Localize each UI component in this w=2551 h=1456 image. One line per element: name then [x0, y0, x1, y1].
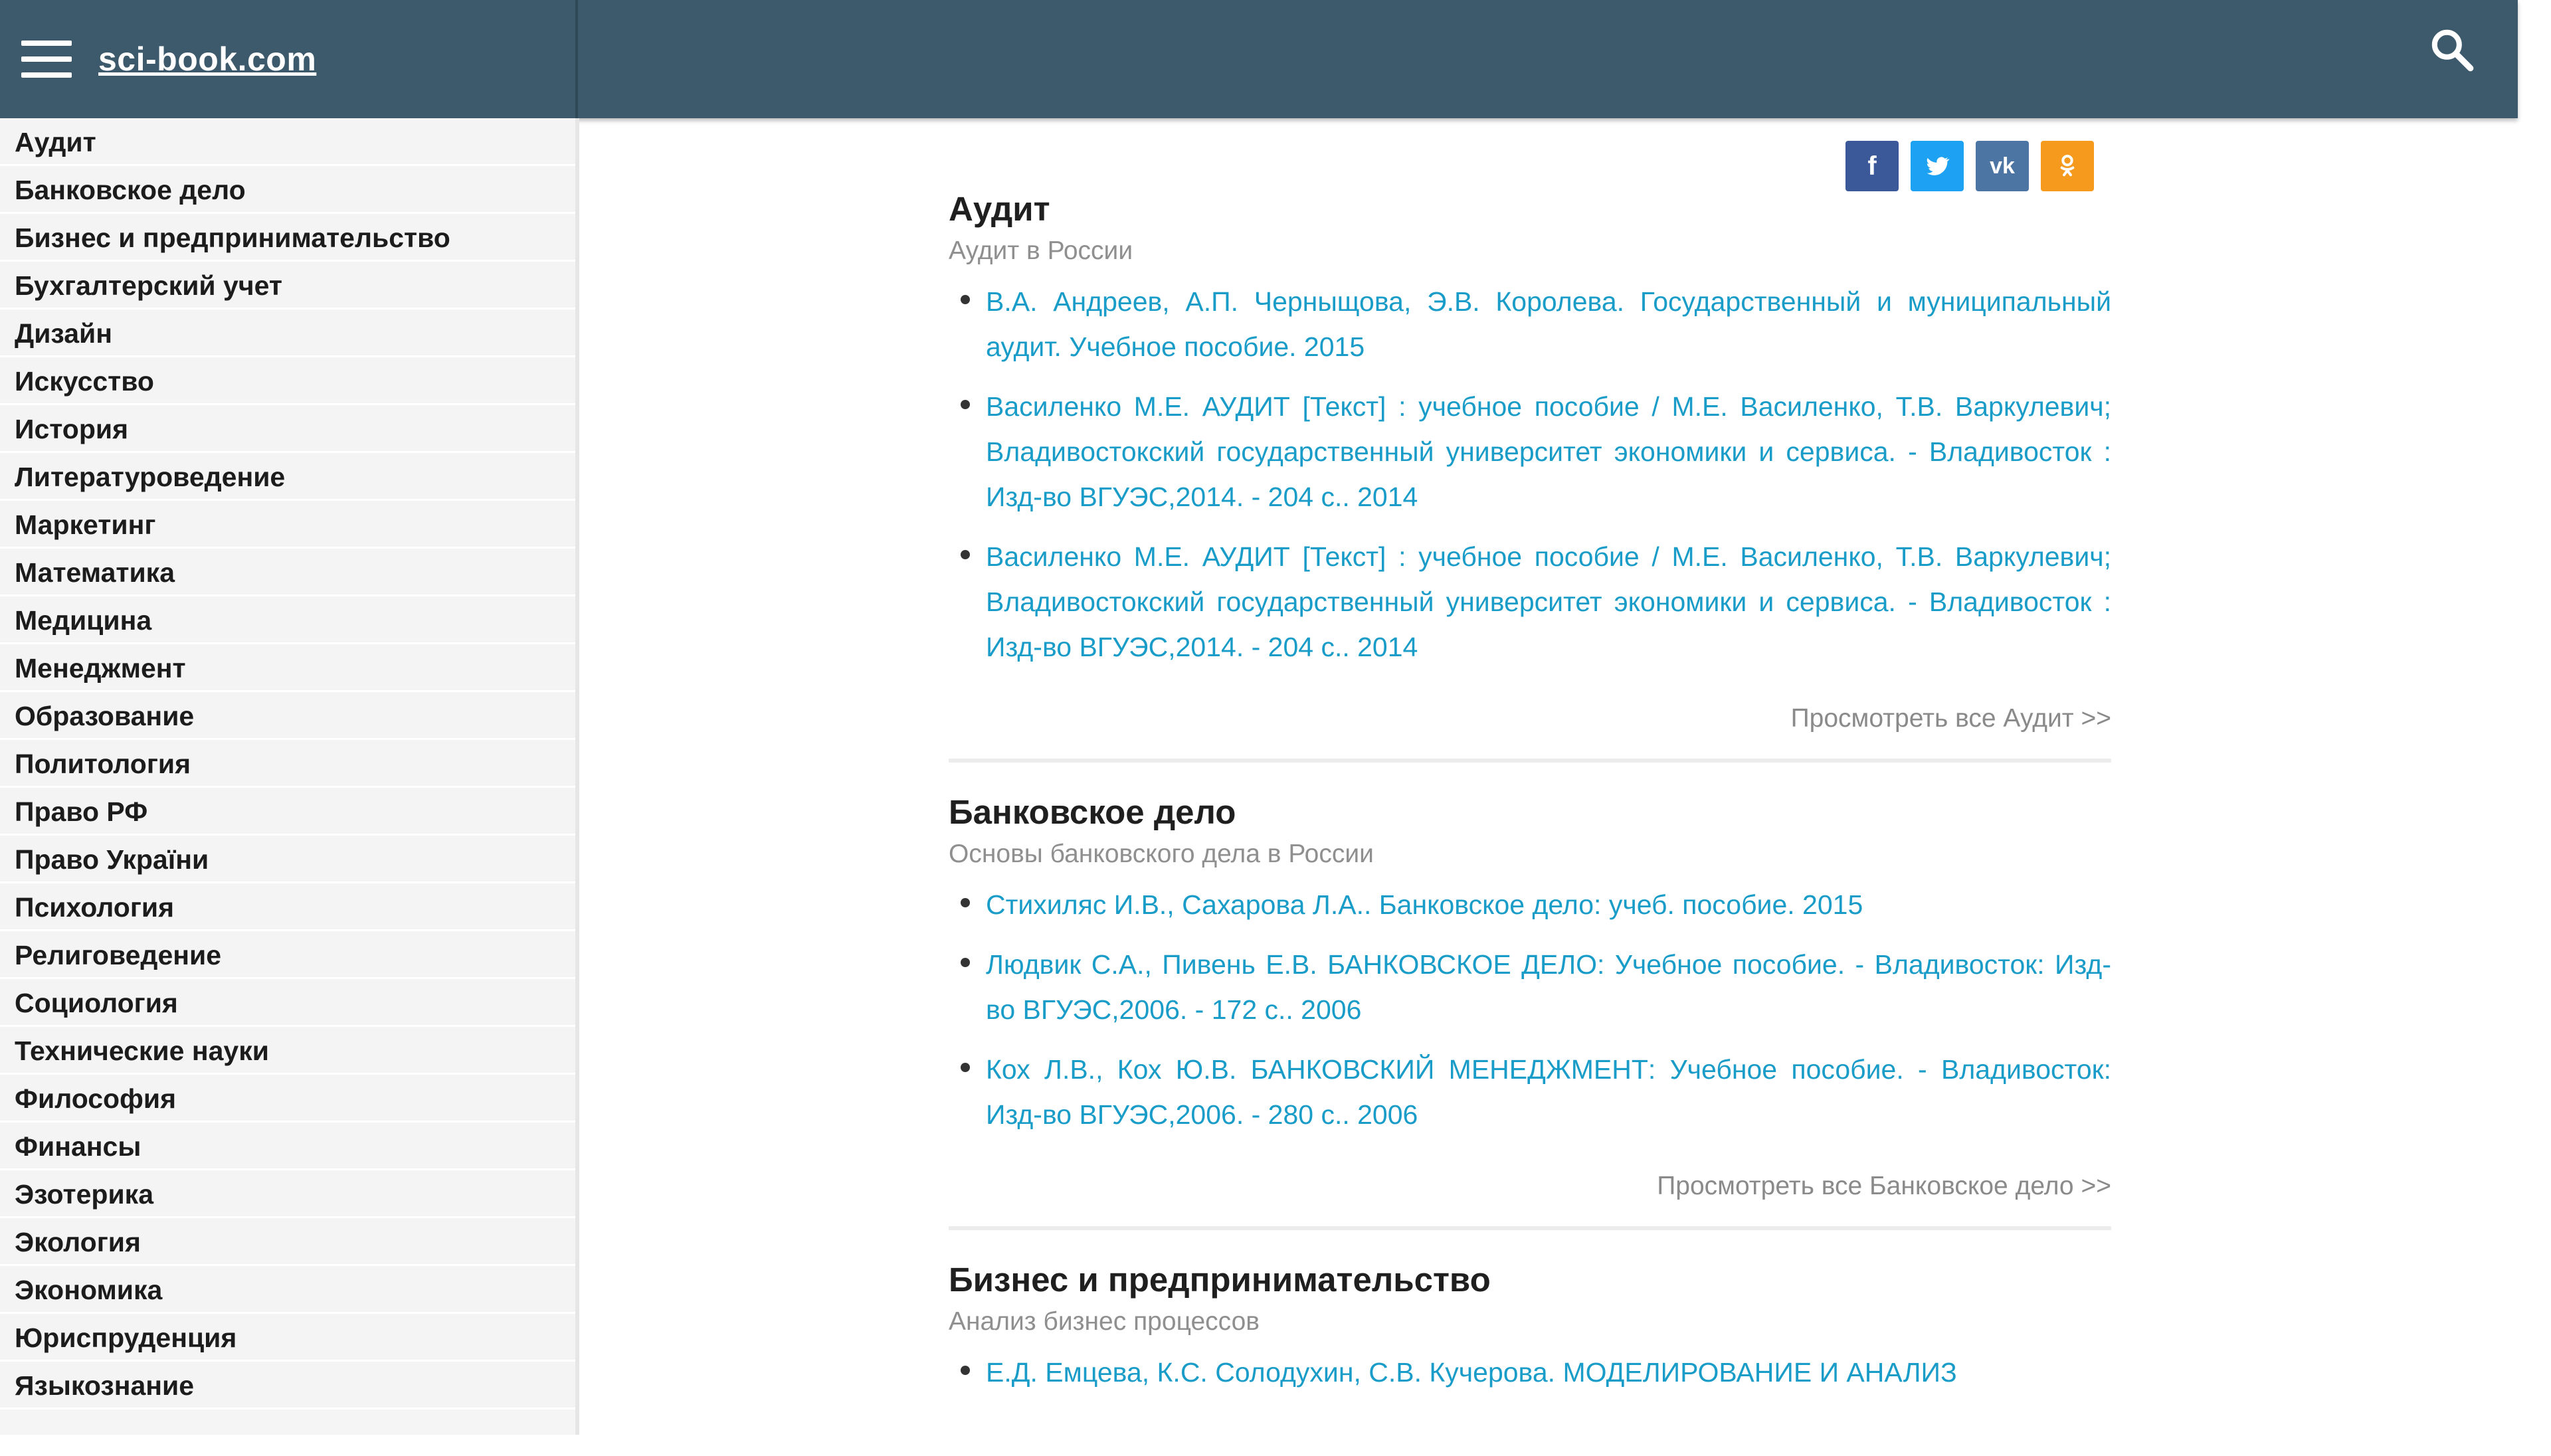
book-list-item: Василенко М.Е. АУДИТ [Текст] : учебное п… — [949, 534, 2111, 670]
book-list: Е.Д. Емцева, К.С. Солодухин, С.В. Кучеро… — [949, 1350, 2111, 1395]
book-link[interactable]: Василенко М.Е. АУДИТ [Текст] : учебное п… — [986, 391, 2111, 512]
section-title: Бизнес и предпринимательство — [949, 1261, 1491, 1299]
sidebar-category-item[interactable]: Аудит — [0, 118, 575, 166]
twitter-icon — [1927, 157, 1950, 175]
category-list: Аудит Банковское дело Бизнес и предпринима… — [0, 118, 575, 1410]
view-all-link[interactable]: Просмотреть все Банковское дело >> — [949, 1166, 2111, 1206]
book-link[interactable]: Людвик С.А., Пивень Е.В. БАНКОВСКОЕ ДЕЛО… — [986, 949, 2111, 1025]
site-logo-link[interactable]: sci-book.com — [98, 40, 316, 78]
book-link[interactable]: Е.Д. Емцева, К.С. Солодухин, С.В. Кучеро… — [986, 1357, 1957, 1388]
sidebar-category-item[interactable]: Религоведение — [0, 931, 575, 979]
category-section: Банковское дело Основы банковского дела в… — [949, 789, 2111, 1230]
bullet-icon — [961, 1063, 970, 1072]
sidebar-category-item[interactable]: Право України — [0, 836, 575, 883]
sidebar-category-item[interactable]: Банковское дело — [0, 166, 575, 214]
book-link[interactable]: В.А. Андреев, А.П. Черныщова, Э.В. Корол… — [986, 286, 2111, 362]
book-link[interactable]: Стихиляс И.В., Сахарова Л.А.. Банковское… — [986, 889, 1863, 920]
section-subtitle: Аудит в России — [949, 236, 1133, 265]
bullet-icon — [961, 400, 970, 409]
category-sidebar: Аудит Банковское дело Бизнес и предпринима… — [0, 118, 579, 1435]
bullet-icon — [961, 1366, 970, 1375]
book-list-item: Василенко М.Е. АУДИТ [Текст] : учебное п… — [949, 384, 2111, 519]
sidebar-category-item[interactable]: Политология — [0, 740, 575, 788]
sidebar-category-item[interactable]: История — [0, 405, 575, 453]
book-list-item: Кох Л.В., Кох Ю.В. БАНКОВСКИЙ МЕНЕДЖМЕНТ… — [949, 1047, 2111, 1137]
section-title: Аудит — [949, 190, 1050, 228]
bullet-icon — [961, 295, 970, 304]
section-subtitle: Основы банковского дела в России — [949, 840, 1374, 868]
category-section: Аудит Аудит в России В.А. Андреев, А.П. Че… — [949, 186, 2111, 763]
facebook-icon: f — [1867, 151, 1877, 181]
sidebar-category-item[interactable]: Право РФ — [0, 788, 575, 836]
search-icon[interactable] — [2427, 25, 2477, 74]
book-link[interactable]: Василенко М.Е. АУДИТ [Текст] : учебное п… — [986, 541, 2111, 662]
sidebar-category-item[interactable]: Образование — [0, 692, 575, 740]
sidebar-category-item[interactable]: Дизайн — [0, 310, 575, 357]
sidebar-category-item[interactable]: Математика — [0, 549, 575, 596]
twitter-share-button[interactable]: t — [1911, 141, 1964, 191]
bullet-icon — [961, 550, 970, 559]
sidebar-category-item[interactable]: Эзотерика — [0, 1170, 575, 1218]
sidebar-category-item[interactable]: Литературоведение — [0, 453, 575, 501]
sidebar-category-item[interactable]: Маркетинг — [0, 501, 575, 549]
share-buttons: f t vk ok — [1845, 141, 2094, 191]
sidebar-category-item[interactable]: Медицина — [0, 596, 575, 644]
sidebar-category-item[interactable]: Технические науки — [0, 1027, 575, 1075]
view-all-link[interactable]: Просмотреть все Аудит >> — [949, 699, 2111, 739]
main-content: Аудит Аудит в России В.А. Андреев, А.П. Че… — [949, 186, 2111, 1456]
facebook-share-button[interactable]: f — [1845, 141, 1899, 191]
vk-icon: vk — [1990, 153, 2015, 179]
sidebar-category-item[interactable]: Экономика — [0, 1266, 575, 1314]
book-list-item: Е.Д. Емцева, К.С. Солодухин, С.В. Кучеро… — [949, 1350, 2111, 1395]
sidebar-category-item[interactable]: Психология — [0, 883, 575, 931]
sidebar-category-item[interactable]: Философия — [0, 1075, 575, 1123]
sidebar-category-item[interactable]: Языкознание — [0, 1362, 575, 1410]
category-section: Бизнес и предпринимательство Анализ бизне… — [949, 1257, 2111, 1429]
book-list-item: Стихиляс И.В., Сахарова Л.А.. Банковское… — [949, 882, 2111, 927]
book-list-item: Людвик С.А., Пивень Е.В. БАНКОВСКОЕ ДЕЛО… — [949, 942, 2111, 1032]
odnoklassniki-share-button[interactable]: ok — [2041, 141, 2094, 191]
top-bar: sci-book.com — [0, 0, 2518, 118]
book-list: Стихиляс И.В., Сахарова Л.А.. Банковское… — [949, 882, 2111, 1137]
sidebar-category-item[interactable]: Социология — [0, 979, 575, 1027]
sidebar-category-item[interactable]: Экология — [0, 1218, 575, 1266]
book-list-item: В.А. Андреев, А.П. Черныщова, Э.В. Корол… — [949, 279, 2111, 369]
menu-icon[interactable] — [21, 41, 72, 78]
sidebar-category-item[interactable]: Искусство — [0, 357, 575, 405]
vk-share-button[interactable]: vk — [1976, 141, 2029, 191]
bullet-icon — [961, 958, 970, 967]
book-list: В.А. Андреев, А.П. Черныщова, Э.В. Корол… — [949, 279, 2111, 670]
bullet-icon — [961, 898, 970, 907]
sidebar-category-item[interactable]: Финансы — [0, 1123, 575, 1170]
section-title: Банковское дело — [949, 793, 1236, 831]
sidebar-category-item[interactable]: Бизнес и предпринимательство — [0, 214, 575, 262]
top-bar-brand: sci-book.com — [0, 0, 578, 118]
sidebar-category-item[interactable]: Бухгалтерский учет — [0, 262, 575, 310]
section-subtitle: Анализ бизнес процессов — [949, 1307, 1260, 1336]
book-link[interactable]: Кох Л.В., Кох Ю.В. БАНКОВСКИЙ МЕНЕДЖМЕНТ… — [986, 1054, 2111, 1130]
odnoklassniki-icon — [2060, 155, 2075, 177]
sidebar-category-item[interactable]: Менеджмент — [0, 644, 575, 692]
sidebar-category-item[interactable]: Юриспруденция — [0, 1314, 575, 1362]
